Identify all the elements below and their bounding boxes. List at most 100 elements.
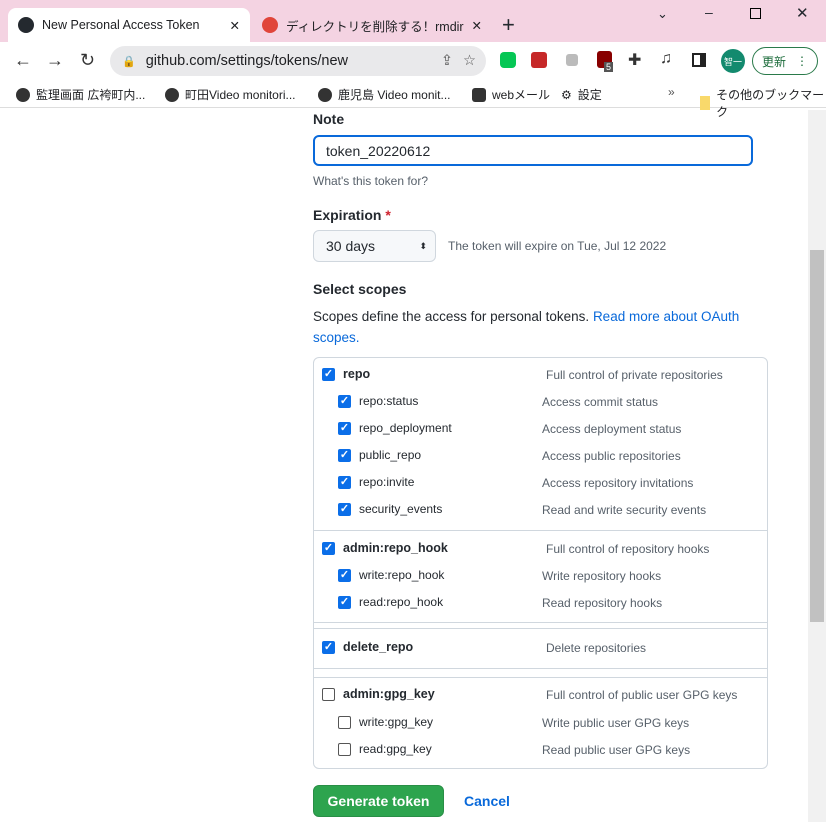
scope-description: Access commit status	[542, 395, 659, 409]
scope-checkbox[interactable]: ✓	[338, 421, 351, 435]
scope-row-repo: ✓ repo	[322, 367, 370, 381]
scope-checkbox[interactable]: ✓	[338, 448, 351, 462]
divider	[313, 677, 768, 678]
scopes-list	[313, 357, 768, 769]
divider	[313, 668, 768, 669]
scope-checkbox[interactable]: ✓	[338, 394, 351, 408]
cancel-link[interactable]: Cancel	[464, 793, 510, 809]
extensions-puzzle-icon[interactable]: ✚	[628, 50, 641, 70]
scope-row-delete-repo: ✓ delete_repo	[322, 640, 413, 654]
tab-active[interactable]: New Personal Access Token ✕	[8, 8, 250, 42]
bookmark-item[interactable]: webメール	[472, 86, 550, 103]
scope-name: delete_repo	[343, 640, 414, 654]
scope-row-read-gpg-key: read:gpg_key	[338, 742, 432, 756]
expiration-label: Expiration *	[313, 207, 391, 223]
mail-icon	[472, 87, 486, 102]
scope-description: Access repository invitations	[542, 476, 694, 490]
scope-description: Full control of private repositories	[546, 368, 723, 382]
scope-row-security-events: ✓ security_events	[338, 502, 442, 516]
scope-description: Write repository hooks	[542, 569, 662, 583]
scope-checkbox[interactable]: ✓	[322, 640, 335, 654]
divider	[313, 622, 768, 623]
scope-checkbox[interactable]: ✓	[338, 568, 351, 582]
scope-row-admin-repo-hook: ✓ admin:repo_hook	[322, 541, 448, 555]
scope-checkbox[interactable]	[338, 742, 351, 756]
profile-avatar[interactable]: 智一	[721, 49, 745, 73]
scopes-label: Select scopes	[313, 281, 407, 297]
more-bookmarks-icon[interactable]: »	[668, 85, 675, 99]
lock-icon: 🔒	[122, 55, 136, 68]
close-tab-icon[interactable]: ✕	[230, 18, 240, 33]
scope-checkbox[interactable]	[338, 715, 351, 729]
scope-description: Full control of public user GPG keys	[546, 688, 738, 702]
scope-description: Access deployment status	[542, 422, 682, 436]
globe-icon	[318, 87, 332, 102]
generate-token-button[interactable]: Generate token	[313, 785, 444, 817]
share-icon[interactable]: ⇪	[441, 53, 453, 69]
update-button[interactable]: 更新 ⋮	[752, 47, 818, 75]
github-icon	[18, 17, 34, 33]
scope-row-write-repo-hook: ✓ write:repo_hook	[338, 568, 444, 582]
scope-name: read:gpg_key	[359, 742, 432, 756]
scope-row-repo-invite: ✓ repo:invite	[338, 475, 414, 489]
scope-row-read-repo-hook: ✓ read:repo_hook	[338, 595, 443, 609]
scope-checkbox[interactable]: ✓	[338, 475, 351, 489]
scope-checkbox[interactable]: ✓	[338, 502, 351, 516]
scope-name: repo	[343, 367, 371, 381]
bookmarks-bar: 監理画面 広袴町内... 町田Video monitori... 鹿児島 Vid…	[0, 80, 826, 119]
scope-description: Delete repositories	[546, 641, 647, 655]
line-extension-icon[interactable]	[500, 52, 516, 68]
bookmark-item[interactable]: 監理画面 広袴町内...	[16, 86, 145, 103]
globe-icon	[16, 87, 30, 102]
bookmark-item[interactable]: 鹿児島 Video monit...	[318, 86, 451, 103]
scope-name: read:repo_hook	[359, 595, 444, 609]
scope-description: Read repository hooks	[542, 596, 663, 610]
back-icon[interactable]: ←	[14, 50, 32, 71]
globe-icon	[165, 87, 179, 102]
scope-name: public_repo	[359, 448, 422, 462]
scrollbar-thumb[interactable]	[810, 250, 824, 622]
minimize-button[interactable]: –	[705, 4, 713, 20]
scope-description: Full control of repository hooks	[546, 542, 710, 556]
scope-name: write:repo_hook	[359, 568, 445, 582]
scopes-help: Scopes define the access for personal to…	[313, 309, 740, 345]
scope-checkbox[interactable]: ✓	[322, 367, 335, 381]
extension-icon[interactable]	[531, 52, 547, 68]
scope-name: admin:repo_hook	[343, 541, 448, 555]
scope-row-admin-gpg-key: admin:gpg_key	[322, 687, 435, 701]
tab-inactive[interactable]: ディレクトリを削除する！rmdirコマン ✕	[252, 8, 492, 42]
media-control-icon[interactable]: ♫	[660, 50, 672, 68]
note-label: Note	[313, 111, 345, 127]
folder-icon	[700, 96, 711, 110]
tab-search-icon[interactable]: ⌄	[657, 6, 668, 22]
scope-row-repo-status: ✓ repo:status	[338, 394, 418, 408]
note-input[interactable]: token_20220612	[313, 135, 753, 166]
scope-description: Read public user GPG keys	[542, 743, 691, 757]
site-icon	[262, 17, 278, 33]
expiration-select[interactable]: 30 days ⬍	[313, 230, 436, 262]
bookmark-item[interactable]: 町田Video monitori...	[165, 86, 296, 103]
scope-name: repo:invite	[359, 475, 415, 489]
scope-checkbox[interactable]: ✓	[338, 595, 351, 609]
new-tab-button[interactable]: +	[502, 12, 515, 38]
gear-icon: ⚙	[561, 87, 572, 102]
forward-icon[interactable]: →	[46, 50, 64, 71]
reload-icon[interactable]: ↻	[80, 50, 95, 71]
bookmark-item[interactable]: ⚙ 設定	[561, 86, 602, 103]
maximize-button[interactable]	[750, 8, 761, 19]
extension-icon[interactable]	[566, 54, 578, 66]
bookmark-star-icon[interactable]: ☆	[463, 53, 476, 69]
divider	[313, 628, 768, 629]
side-panel-icon[interactable]	[692, 53, 706, 67]
expiration-help: The token will expire on Tue, Jul 12 202…	[448, 239, 667, 253]
scope-row-write-gpg-key: write:gpg_key	[338, 715, 433, 729]
scope-name: repo:status	[359, 394, 419, 408]
close-window-button[interactable]: ✕	[796, 4, 809, 22]
scope-row-repo-deployment: ✓ repo_deployment	[338, 421, 452, 435]
scope-checkbox[interactable]: ✓	[322, 541, 335, 555]
close-tab-icon[interactable]: ✕	[472, 18, 482, 33]
select-arrows-icon: ⬍	[419, 240, 427, 251]
address-bar[interactable]: 🔒 github.com/settings/tokens/new ⇪ ☆	[110, 46, 486, 76]
scope-checkbox[interactable]	[322, 687, 335, 701]
scope-name: repo_deployment	[359, 421, 452, 435]
